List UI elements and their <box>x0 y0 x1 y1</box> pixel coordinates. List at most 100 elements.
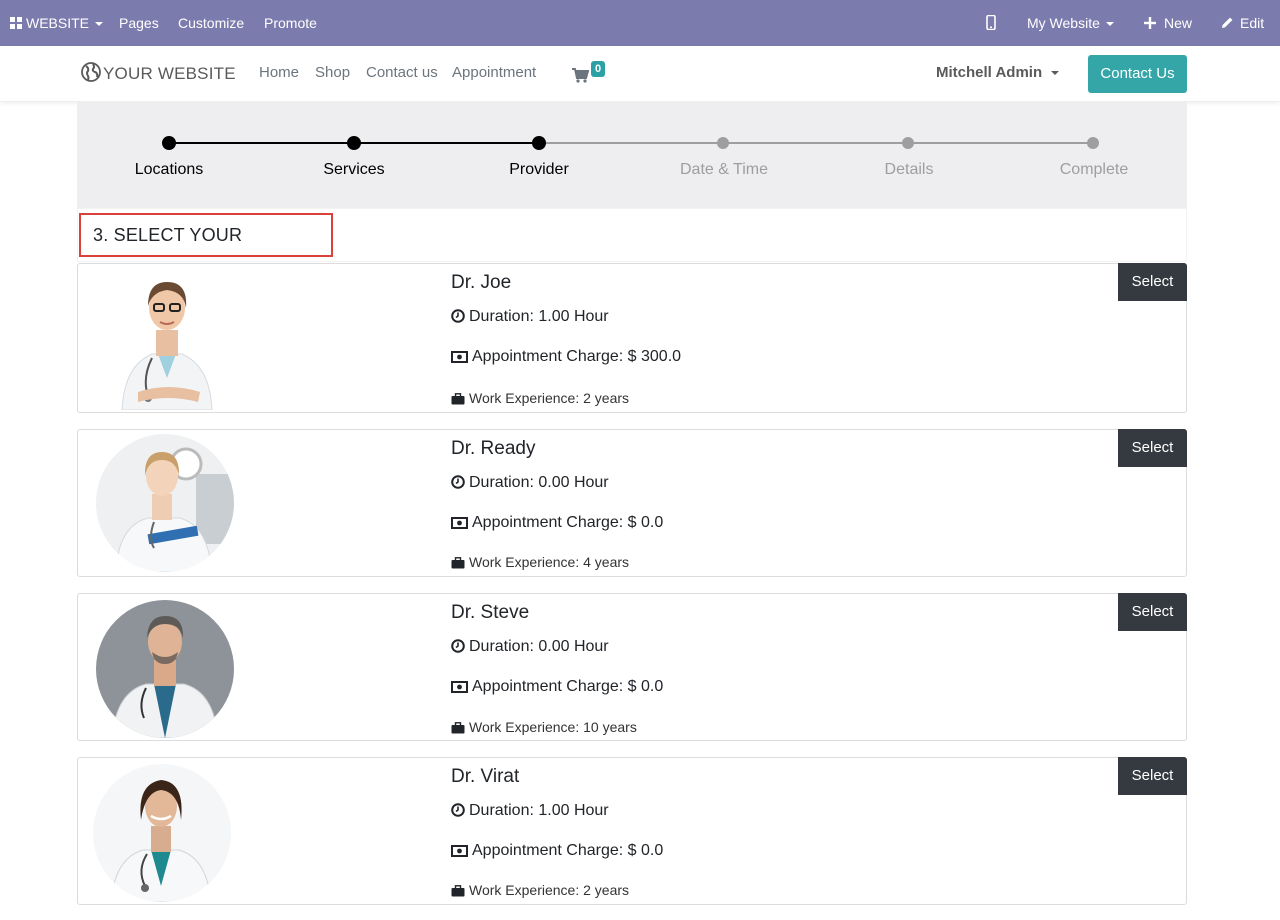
edit-button[interactable]: Edit <box>1221 0 1264 46</box>
globe-icon <box>81 62 101 82</box>
my-website-dropdown[interactable]: My Website <box>1027 0 1114 46</box>
step-label-date-time: Date & Time <box>679 161 769 178</box>
step-dot-complete <box>1087 137 1099 149</box>
provider-name: Dr. Ready <box>451 438 536 459</box>
provider-card: Dr. Joe Duration: 1.00 Hour Appointment … <box>77 263 1187 413</box>
provider-experience: Work Experience: 2 years <box>451 390 629 406</box>
cart-link[interactable]: 0 <box>572 61 612 86</box>
provider-card: Dr. Virat Duration: 1.00 Hour Appointmen… <box>77 757 1187 905</box>
provider-experience: Work Experience: 2 years <box>451 882 629 898</box>
admin-bar: WEBSITE Pages Customize Promote My Websi… <box>0 0 1280 46</box>
step-label-provider: Provider <box>509 161 569 178</box>
clock-icon <box>451 309 465 323</box>
step-label-complete: Complete <box>1059 161 1129 178</box>
provider-duration-text: Duration: 1.00 Hour <box>469 308 609 325</box>
briefcase-icon <box>451 722 465 734</box>
provider-charge: Appointment Charge: $ 0.0 <box>451 842 663 860</box>
money-bill-icon <box>451 517 468 529</box>
step-dot-details <box>902 137 914 149</box>
provider-card: Dr. Steve Duration: 0.00 Hour Appointmen… <box>77 593 1187 741</box>
shopping-cart-icon <box>572 68 589 83</box>
provider-name: Dr. Virat <box>451 766 520 787</box>
promote-menu[interactable]: Promote <box>264 0 317 46</box>
user-name: Mitchell Admin <box>936 64 1043 81</box>
briefcase-icon <box>451 393 465 405</box>
provider-charge-text: Appointment Charge: $ 300.0 <box>472 348 682 365</box>
website-apps-menu[interactable]: WEBSITE <box>10 0 104 46</box>
provider-experience: Work Experience: 10 years <box>451 719 637 735</box>
my-website-label: My Website <box>1027 15 1100 31</box>
provider-name: Dr. Joe <box>451 272 512 293</box>
step-dot-date-time <box>717 137 729 149</box>
money-bill-icon <box>451 681 468 693</box>
provider-experience-text: Work Experience: 4 years <box>469 554 630 570</box>
provider-experience: Work Experience: 4 years <box>451 554 629 570</box>
provider-charge-text: Appointment Charge: $ 0.0 <box>472 678 664 695</box>
step-label-details: Details <box>884 161 934 178</box>
provider-duration: Duration: 0.00 Hour <box>451 638 609 656</box>
new-button[interactable]: New <box>1144 0 1192 46</box>
stepper-remaining-line <box>539 142 1094 144</box>
chevron-down-icon <box>95 22 104 27</box>
step-dot-locations <box>162 136 176 150</box>
provider-experience-text: Work Experience: 2 years <box>469 882 630 898</box>
site-logo[interactable]: YOUR WEBSITE <box>81 56 236 92</box>
site-header: YOUR WEBSITE Home Shop Contact us Appoin… <box>0 46 1280 102</box>
provider-charge: Appointment Charge: $ 300.0 <box>451 348 681 366</box>
provider-duration: Duration: 0.00 Hour <box>451 474 609 492</box>
mobile-preview-button[interactable] <box>986 0 1000 46</box>
provider-name: Dr. Steve <box>451 602 530 623</box>
step-label-services[interactable]: Services <box>284 161 424 179</box>
step-label-locations[interactable]: Locations <box>99 161 239 179</box>
provider-card: Dr. Ready Duration: 0.00 Hour Appointmen… <box>77 429 1187 577</box>
clock-icon <box>451 475 465 489</box>
pages-menu[interactable]: Pages <box>119 0 159 46</box>
section-title: 3. SELECT YOUR PROVIDER <box>79 213 333 285</box>
apps-grid-icon <box>10 17 22 29</box>
provider-duration: Duration: 1.00 Hour <box>451 308 609 326</box>
provider-duration: Duration: 1.00 Hour <box>451 802 609 820</box>
clock-icon <box>451 639 465 653</box>
provider-experience-text: Work Experience: 10 years <box>469 719 637 735</box>
cart-count-badge: 0 <box>591 61 606 77</box>
new-label: New <box>1164 15 1193 31</box>
provider-duration-text: Duration: 0.00 Hour <box>469 474 609 491</box>
contact-us-button[interactable]: Contact Us <box>1088 55 1187 93</box>
provider-photo <box>96 434 234 572</box>
pencil-icon <box>1222 17 1233 28</box>
booking-stepper: Locations Services Provider Date & Time … <box>77 102 1187 208</box>
step-dot-provider <box>532 136 546 150</box>
provider-charge-text: Appointment Charge: $ 0.0 <box>472 842 664 859</box>
select-provider-button[interactable]: Select <box>1118 593 1187 631</box>
nav-home[interactable]: Home <box>259 64 299 81</box>
provider-photo <box>93 764 231 902</box>
money-bill-icon <box>451 845 468 857</box>
select-provider-button[interactable]: Select <box>1118 757 1187 795</box>
customize-menu[interactable]: Customize <box>178 0 244 46</box>
plus-icon <box>1144 17 1156 29</box>
user-menu[interactable]: Mitchell Admin <box>936 64 1060 81</box>
provider-duration-text: Duration: 0.00 Hour <box>469 638 609 655</box>
mobile-phone-icon <box>986 15 996 30</box>
provider-photo <box>108 268 226 410</box>
select-provider-button[interactable]: Select <box>1118 263 1187 301</box>
money-bill-icon <box>451 351 468 363</box>
nav-appointment[interactable]: Appointment <box>452 64 536 81</box>
step-dot-services <box>347 136 361 150</box>
select-provider-button[interactable]: Select <box>1118 429 1187 467</box>
website-menu-label: WEBSITE <box>26 15 90 31</box>
briefcase-icon <box>451 885 465 897</box>
chevron-down-icon <box>1105 22 1114 27</box>
provider-charge: Appointment Charge: $ 0.0 <box>451 514 663 532</box>
nav-shop[interactable]: Shop <box>315 64 350 81</box>
nav-contact-us[interactable]: Contact us <box>366 64 438 81</box>
provider-photo <box>96 600 234 738</box>
chevron-down-icon <box>1051 71 1060 76</box>
clock-icon <box>451 803 465 817</box>
logo-text: YOUR WEBSITE <box>103 64 236 83</box>
provider-experience-text: Work Experience: 2 years <box>469 390 630 406</box>
edit-label: Edit <box>1240 15 1265 31</box>
briefcase-icon <box>451 557 465 569</box>
provider-charge: Appointment Charge: $ 0.0 <box>451 678 663 696</box>
provider-duration-text: Duration: 1.00 Hour <box>469 802 609 819</box>
